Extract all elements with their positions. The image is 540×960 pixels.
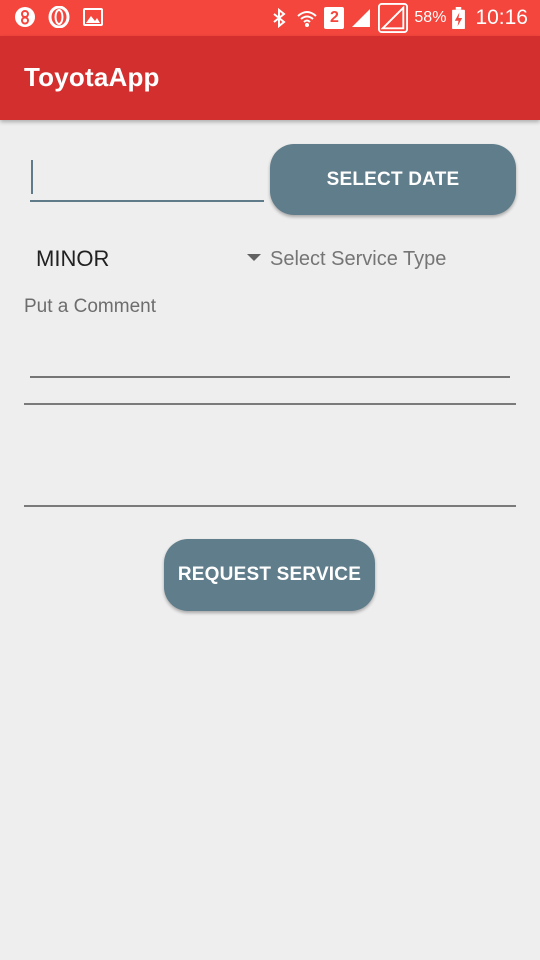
no-signal-icon	[378, 3, 409, 33]
sim-2-icon: 2	[324, 7, 345, 29]
gallery-icon	[83, 8, 103, 26]
wifi-icon	[297, 11, 318, 27]
battery-percent: 58%	[414, 9, 447, 26]
status-bar: 2 58% 10:16	[0, 0, 540, 36]
signal-icon	[352, 9, 371, 27]
divider	[24, 505, 516, 507]
status-left-icons	[14, 6, 104, 28]
status-right-icons: 2 58% 10:16	[268, 3, 528, 33]
dropdown-arrow-icon[interactable]	[247, 254, 261, 261]
sim-label: 2	[329, 9, 339, 26]
divider	[24, 403, 516, 405]
comment-input[interactable]	[30, 326, 510, 378]
service-type-spinner[interactable]: MINOR	[36, 246, 109, 272]
clock: 10:16	[475, 6, 528, 29]
text-cursor	[31, 160, 33, 194]
request-service-button[interactable]: REQUEST SERVICE	[164, 539, 375, 611]
service-type-hint: Select Service Type	[270, 248, 447, 270]
select-date-button[interactable]: SELECT DATE	[270, 144, 516, 215]
app-bar: ToyotaApp	[0, 36, 540, 120]
ring-notification-icon	[15, 7, 35, 27]
app-title: ToyotaApp	[24, 62, 160, 92]
comment-label: Put a Comment	[24, 296, 156, 317]
date-input[interactable]	[30, 150, 264, 202]
battery-charging-icon	[452, 7, 466, 29]
opera-icon	[48, 6, 70, 28]
bluetooth-icon	[273, 7, 287, 29]
